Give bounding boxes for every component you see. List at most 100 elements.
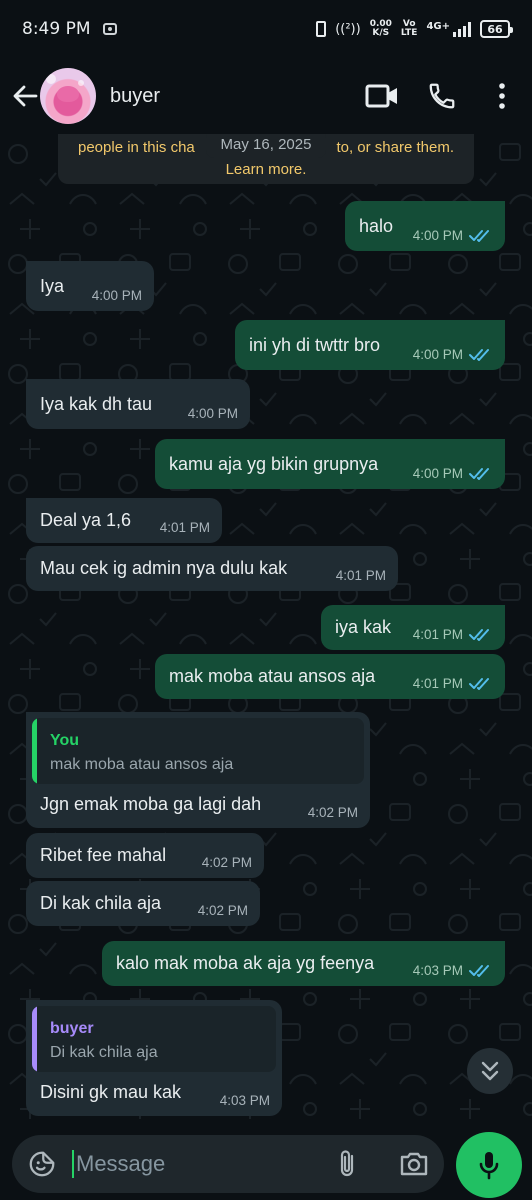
message-meta: 4:02 PM [202, 855, 252, 870]
message-meta: 4:03 PM [220, 1093, 270, 1108]
network-speed: 0.00 K/S [370, 20, 392, 38]
message-meta: 4:00 PM [413, 466, 493, 481]
message-meta: 4:01 PM [160, 520, 210, 535]
message-meta: 4:01 PM [336, 568, 386, 583]
message-text: Iya [40, 275, 65, 296]
quoted-message[interactable]: buyer Di kak chila aja [32, 1006, 276, 1072]
incoming-message[interactable]: Ribet fee mahal 4:02 PM [26, 833, 264, 878]
chat-header: buyer [0, 58, 532, 134]
message-text: ini yh di twttr bro [249, 334, 381, 355]
message-time: 4:02 PM [307, 805, 358, 820]
network-speed-unit: K/S [372, 28, 390, 38]
message-time: 4:03 PM [412, 963, 463, 978]
outgoing-message[interactable]: ini yh di twttr bro 4:00 PM [235, 320, 505, 370]
message-text: Ribet fee mahal [40, 845, 167, 865]
incoming-message[interactable]: Iya kak dh tau 4:00 PM [26, 379, 250, 429]
message-time: 4:02 PM [201, 855, 252, 870]
message-meta: 4:03 PM [413, 963, 493, 978]
outgoing-message[interactable]: iya kak 4:01 PM [321, 605, 505, 650]
composer [0, 1130, 532, 1200]
quote-accent-bar [32, 718, 37, 784]
message-time: 4:00 PM [91, 288, 142, 303]
incoming-message[interactable]: Iya 4:00 PM [26, 261, 154, 311]
message-meta: 4:02 PM [198, 903, 248, 918]
read-ticks-icon [469, 677, 489, 690]
more-options-icon [499, 83, 505, 109]
message-meta: 4:01 PM [413, 676, 493, 691]
status-time: 8:49 PM [22, 19, 91, 39]
message-meta: 4:00 PM [188, 406, 238, 421]
outgoing-message[interactable]: kalo mak moba ak aja yg feenya 4:03 PM [102, 941, 505, 986]
voice-call-button[interactable] [412, 71, 472, 121]
video-call-button[interactable] [352, 71, 412, 121]
message-input[interactable] [76, 1151, 306, 1177]
status-indicators: ((²)) 0.00 K/S Vo LTE 4G+ 66 [316, 20, 513, 38]
message-time: 4:00 PM [412, 466, 463, 481]
outgoing-message[interactable]: mak moba atau ansos aja 4:01 PM [155, 654, 505, 699]
message-meta: 4:00 PM [413, 347, 493, 362]
message-text: kalo mak moba ak aja yg feenya [116, 953, 375, 973]
read-ticks-icon [469, 467, 489, 480]
read-ticks-icon [469, 964, 489, 977]
camera-icon [400, 1152, 428, 1176]
message-time: 4:00 PM [412, 228, 463, 243]
quote-author: buyer [50, 1020, 94, 1037]
screen-record-icon [102, 23, 117, 35]
incoming-message[interactable]: Deal ya 1,6 4:01 PM [26, 498, 222, 543]
attach-button[interactable] [330, 1147, 364, 1181]
read-ticks-icon [469, 628, 489, 641]
sticker-button[interactable] [26, 1148, 58, 1180]
message-time: 4:01 PM [412, 676, 463, 691]
message-text: halo [359, 215, 394, 236]
back-button[interactable] [10, 81, 40, 111]
camera-button[interactable] [394, 1147, 434, 1181]
message-text: Deal ya 1,6 [40, 510, 132, 530]
quote-accent-bar [32, 1006, 37, 1072]
text-caret [72, 1150, 74, 1178]
network-type: 4G+ [426, 20, 450, 32]
incoming-message[interactable]: Mau cek ig admin nya dulu kak 4:01 PM [26, 546, 398, 591]
hotspot-icon: ((²)) [335, 21, 361, 37]
double-chevron-down-icon [481, 1061, 499, 1081]
more-options-button[interactable] [472, 71, 532, 121]
read-ticks-icon [469, 348, 489, 361]
quote-author: You [50, 732, 80, 749]
header-actions [352, 71, 532, 121]
message-text: Mau cek ig admin nya dulu kak [40, 558, 288, 578]
contact-name[interactable]: buyer [110, 85, 160, 108]
message-meta: 4:02 PM [308, 805, 358, 820]
read-ticks-icon [469, 229, 489, 242]
voice-record-button[interactable] [456, 1132, 522, 1198]
incoming-message[interactable]: buyer Di kak chila aja Disini gk mau kak 4:… [26, 1000, 282, 1116]
battery-icon: 66 [480, 20, 513, 38]
learn-more-link[interactable]: Learn more. [58, 159, 474, 181]
message-text: iya kak [335, 617, 392, 637]
message-meta: 4:01 PM [413, 627, 493, 642]
chat-area[interactable]: people in this cha to, or share them. Le… [0, 134, 532, 1130]
volte-bottom: LTE [400, 28, 418, 38]
avatar[interactable] [40, 68, 96, 124]
outgoing-message[interactable]: kamu aja yg bikin grupnya 4:00 PM [155, 439, 505, 489]
message-time: 4:00 PM [412, 347, 463, 362]
quoted-message[interactable]: You mak moba atau ansos aja [32, 718, 364, 784]
quote-text: mak moba atau ansos aja [50, 756, 234, 773]
message-text: Iya kak dh tau [40, 393, 153, 414]
message-text: kamu aja yg bikin grupnya [169, 453, 379, 474]
incoming-message[interactable]: Di kak chila aja 4:02 PM [26, 881, 260, 926]
scroll-to-bottom-button[interactable] [467, 1048, 513, 1094]
message-time: 4:02 PM [197, 903, 248, 918]
date-divider: May 16, 2025 [206, 134, 326, 158]
message-text: Di kak chila aja [40, 893, 162, 913]
message-time: 4:00 PM [187, 406, 238, 421]
message-meta: 4:00 PM [92, 288, 142, 303]
message-text: mak moba atau ansos aja [169, 666, 376, 686]
message-text: Disini gk mau kak [40, 1082, 182, 1102]
incoming-message[interactable]: You mak moba atau ansos aja Jgn emak moba … [26, 712, 370, 828]
volte-indicator: Vo LTE [401, 20, 418, 38]
mic-icon [479, 1152, 499, 1180]
message-time: 4:01 PM [159, 520, 210, 535]
message-text: Jgn emak moba ga lagi dah [40, 794, 262, 814]
notice-text-left: people in this cha [78, 139, 195, 156]
message-input-pill[interactable] [12, 1135, 444, 1193]
outgoing-message[interactable]: halo 4:00 PM [345, 201, 505, 251]
